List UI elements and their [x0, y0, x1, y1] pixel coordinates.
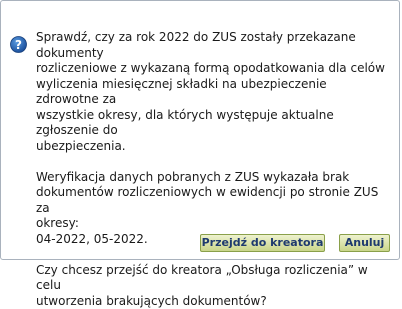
- svg-text:?: ?: [15, 38, 22, 52]
- dialog-message: Sprawdź, czy za rok 2022 do ZUS zostały …: [36, 30, 388, 309]
- question-icon: ?: [10, 36, 27, 53]
- cancel-button[interactable]: Anuluj: [339, 234, 390, 252]
- message-paragraph-3: Czy chcesz przejść do kreatora „Obsługa …: [36, 263, 388, 309]
- message-paragraph-1: Sprawdź, czy za rok 2022 do ZUS zostały …: [36, 30, 388, 154]
- go-to-wizard-button[interactable]: Przejdź do kreatora: [200, 234, 325, 252]
- confirmation-dialog: ? Sprawdź, czy za rok 2022 do ZUS został…: [0, 0, 400, 260]
- dialog-button-row: Przejdź do kreatora Anuluj: [1, 234, 401, 252]
